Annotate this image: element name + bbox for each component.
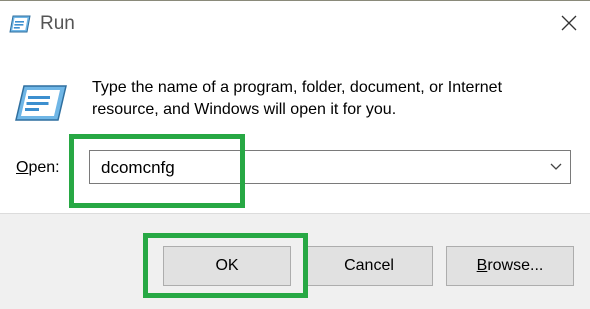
browse-button[interactable]: Browse...	[446, 246, 574, 286]
run-app-icon	[9, 15, 31, 33]
dialog-content: Type the name of a program, folder, docu…	[0, 47, 590, 213]
close-button[interactable]	[548, 1, 590, 45]
window-title: Run	[40, 13, 75, 34]
cancel-button[interactable]: Cancel	[305, 246, 433, 286]
open-label: Open:	[16, 159, 60, 177]
title-bar[interactable]: Run	[0, 1, 590, 47]
chevron-down-icon	[550, 163, 562, 170]
open-label-text: pen:	[28, 159, 60, 176]
open-label-accelerator: O	[16, 159, 29, 176]
browse-accelerator: B	[476, 257, 488, 274]
browse-label: rowse...	[487, 257, 544, 274]
ok-button[interactable]: OK	[163, 246, 291, 286]
close-icon	[561, 15, 577, 31]
button-bar: OK Cancel Browse...	[0, 213, 590, 309]
open-combobox[interactable]: dcomcnfg	[89, 150, 571, 184]
run-dialog: Run Type the name of a program, folder, …	[0, 0, 590, 309]
dialog-description: Type the name of a program, folder, docu…	[92, 79, 503, 118]
dropdown-button[interactable]	[542, 151, 570, 183]
open-input[interactable]: dcomcnfg	[101, 158, 175, 178]
run-app-icon	[15, 85, 67, 121]
